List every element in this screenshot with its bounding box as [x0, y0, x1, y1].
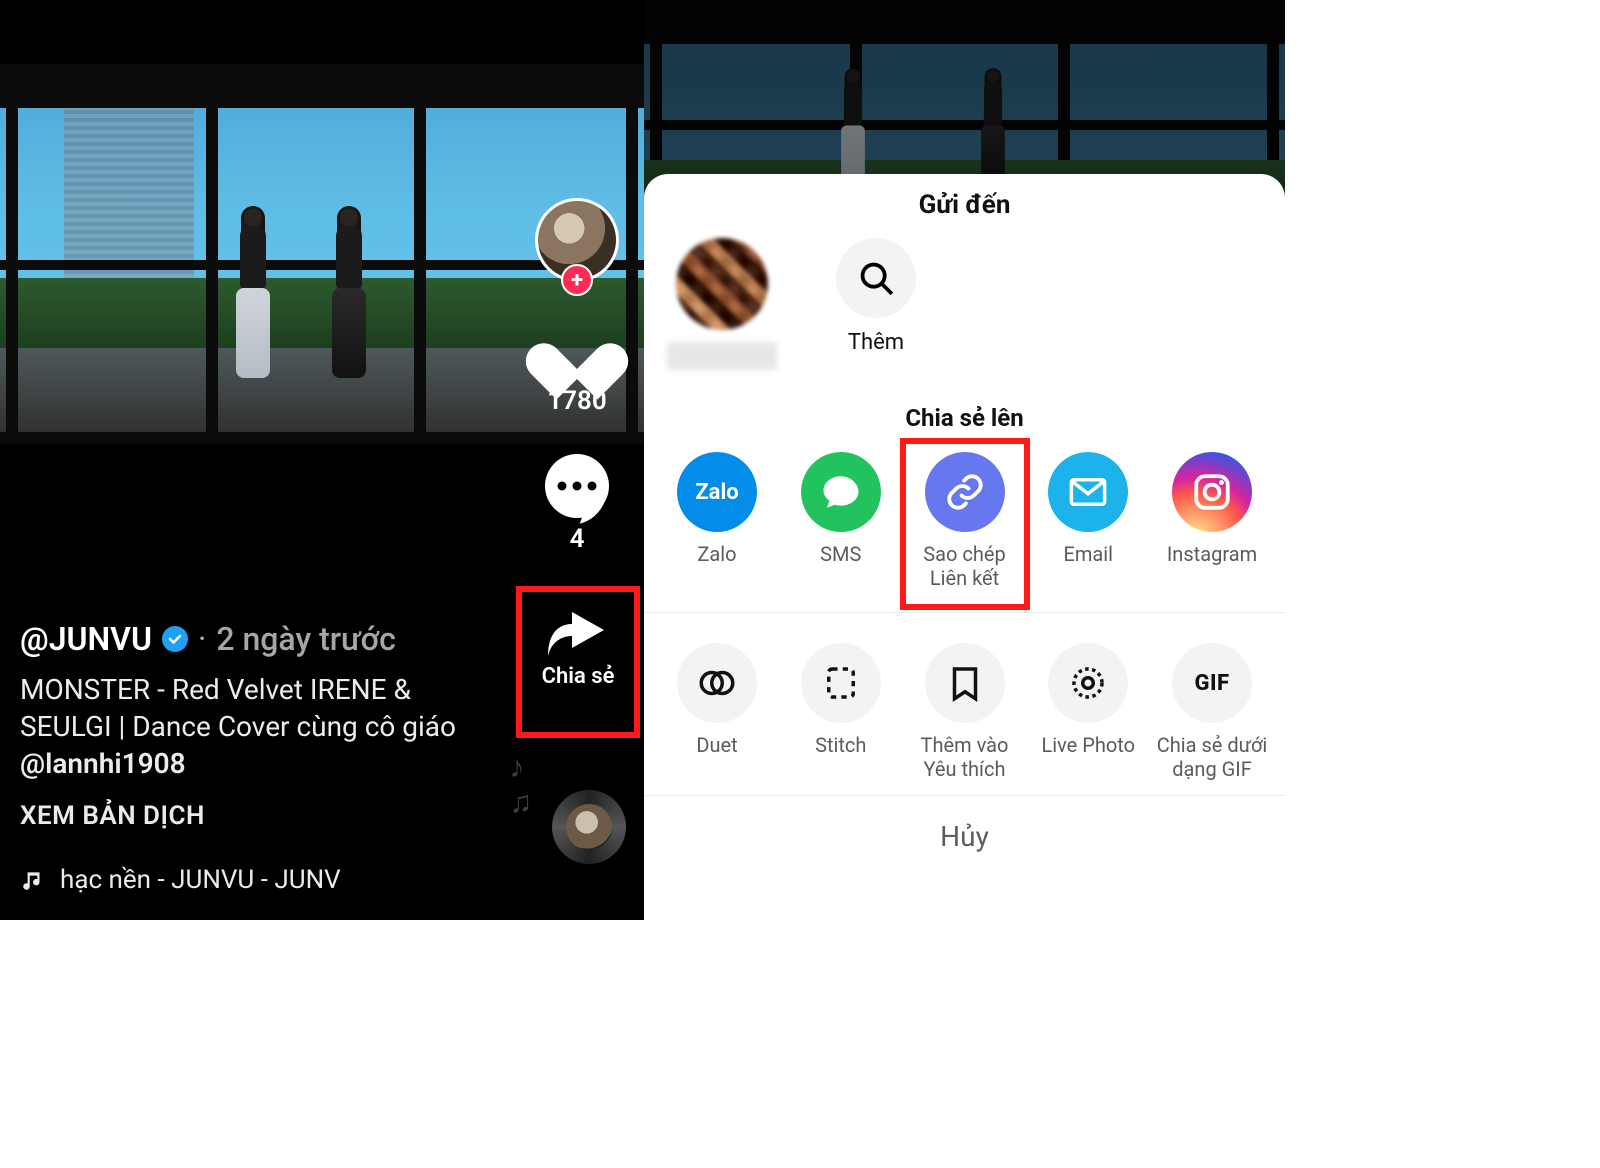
live-photo-icon	[1048, 643, 1128, 723]
stitch-icon	[801, 643, 881, 723]
music-note-icon	[20, 867, 46, 893]
bookmark-icon	[925, 643, 1005, 723]
see-translation-button[interactable]: XEM BẢN DỊCH	[20, 801, 494, 831]
action-favorite[interactable]: Thêm vào Yêu thích	[906, 639, 1024, 781]
verified-badge-icon	[162, 626, 188, 652]
share-copy-link[interactable]: Sao chép Liên kết	[906, 448, 1024, 590]
share-sheet: Gửi đến Thêm Chia sẻ lên Zalo Zalo	[644, 174, 1285, 920]
share-email[interactable]: Email	[1029, 448, 1147, 590]
send-more-button[interactable]: Thêm	[816, 238, 936, 355]
floating-note-icons: ♪♫	[510, 750, 533, 820]
share-icon	[546, 606, 610, 658]
post-time: 2 ngày trước	[216, 620, 395, 658]
duet-icon	[677, 643, 757, 723]
comment-count: 4	[570, 524, 585, 554]
share-to-title: Chia sẻ lên	[644, 404, 1285, 432]
action-live-photo[interactable]: Live Photo	[1029, 639, 1147, 781]
action-duet[interactable]: Duet	[658, 639, 776, 781]
comment-icon	[545, 454, 609, 518]
action-rail: + 1780 4	[522, 198, 632, 554]
search-icon	[836, 238, 916, 318]
share-targets-row: Zalo Zalo SMS Sao chép Liên kết	[644, 448, 1285, 613]
more-label: Thêm	[848, 330, 904, 355]
action-stitch[interactable]: Stitch	[782, 639, 900, 781]
post-meta: @JUNVU · 2 ngày trước MONSTER - Red Velv…	[20, 620, 494, 895]
share-zalo[interactable]: Zalo Zalo	[658, 448, 776, 590]
share-sms[interactable]: SMS	[782, 448, 900, 590]
share-label: Chia sẻ	[522, 664, 634, 689]
contact-avatar-blurred	[676, 238, 768, 330]
sound-row[interactable]: hạc nền - JUNVU - JUNV	[20, 865, 494, 895]
video-feed-screen: + 1780 4 Chia sẻ ♪♫ @JUNVU ·	[0, 0, 644, 920]
cancel-button[interactable]: Hủy	[644, 795, 1285, 853]
share-button-highlight[interactable]: Chia sẻ	[516, 586, 640, 738]
like-button[interactable]: 1780	[544, 320, 610, 416]
comment-button[interactable]: 4	[545, 454, 609, 554]
dot-separator: ·	[198, 620, 206, 658]
share-sheet-screen: Gửi đến Thêm Chia sẻ lên Zalo Zalo	[644, 0, 1285, 920]
send-to-title: Gửi đến	[644, 190, 1285, 220]
username[interactable]: @JUNVU	[20, 620, 152, 658]
share-instagram[interactable]: Instagram	[1153, 448, 1271, 590]
sound-disc[interactable]	[552, 790, 626, 864]
mention[interactable]: @lannhi1908	[20, 747, 186, 780]
sms-icon	[801, 452, 881, 532]
sound-text: hạc nền - JUNVU - JUNV	[60, 865, 341, 895]
gif-icon: GIF	[1172, 643, 1252, 723]
copy-link-highlight	[900, 438, 1030, 610]
contact-name-blurred	[667, 342, 777, 370]
creator-avatar[interactable]: +	[535, 198, 619, 282]
caption[interactable]: MONSTER - Red Velvet IRENE & SEULGI | Da…	[20, 672, 480, 783]
send-contact[interactable]	[662, 238, 782, 370]
instagram-icon	[1172, 452, 1252, 532]
zalo-icon: Zalo	[677, 452, 757, 532]
follow-plus-icon[interactable]: +	[561, 264, 593, 296]
email-icon	[1048, 452, 1128, 532]
heart-icon	[544, 320, 610, 380]
action-gif[interactable]: GIF Chia sẻ dưới dạng GIF	[1153, 639, 1271, 781]
actions-row: Duet Stitch Thêm vào Yêu thích	[644, 639, 1285, 781]
